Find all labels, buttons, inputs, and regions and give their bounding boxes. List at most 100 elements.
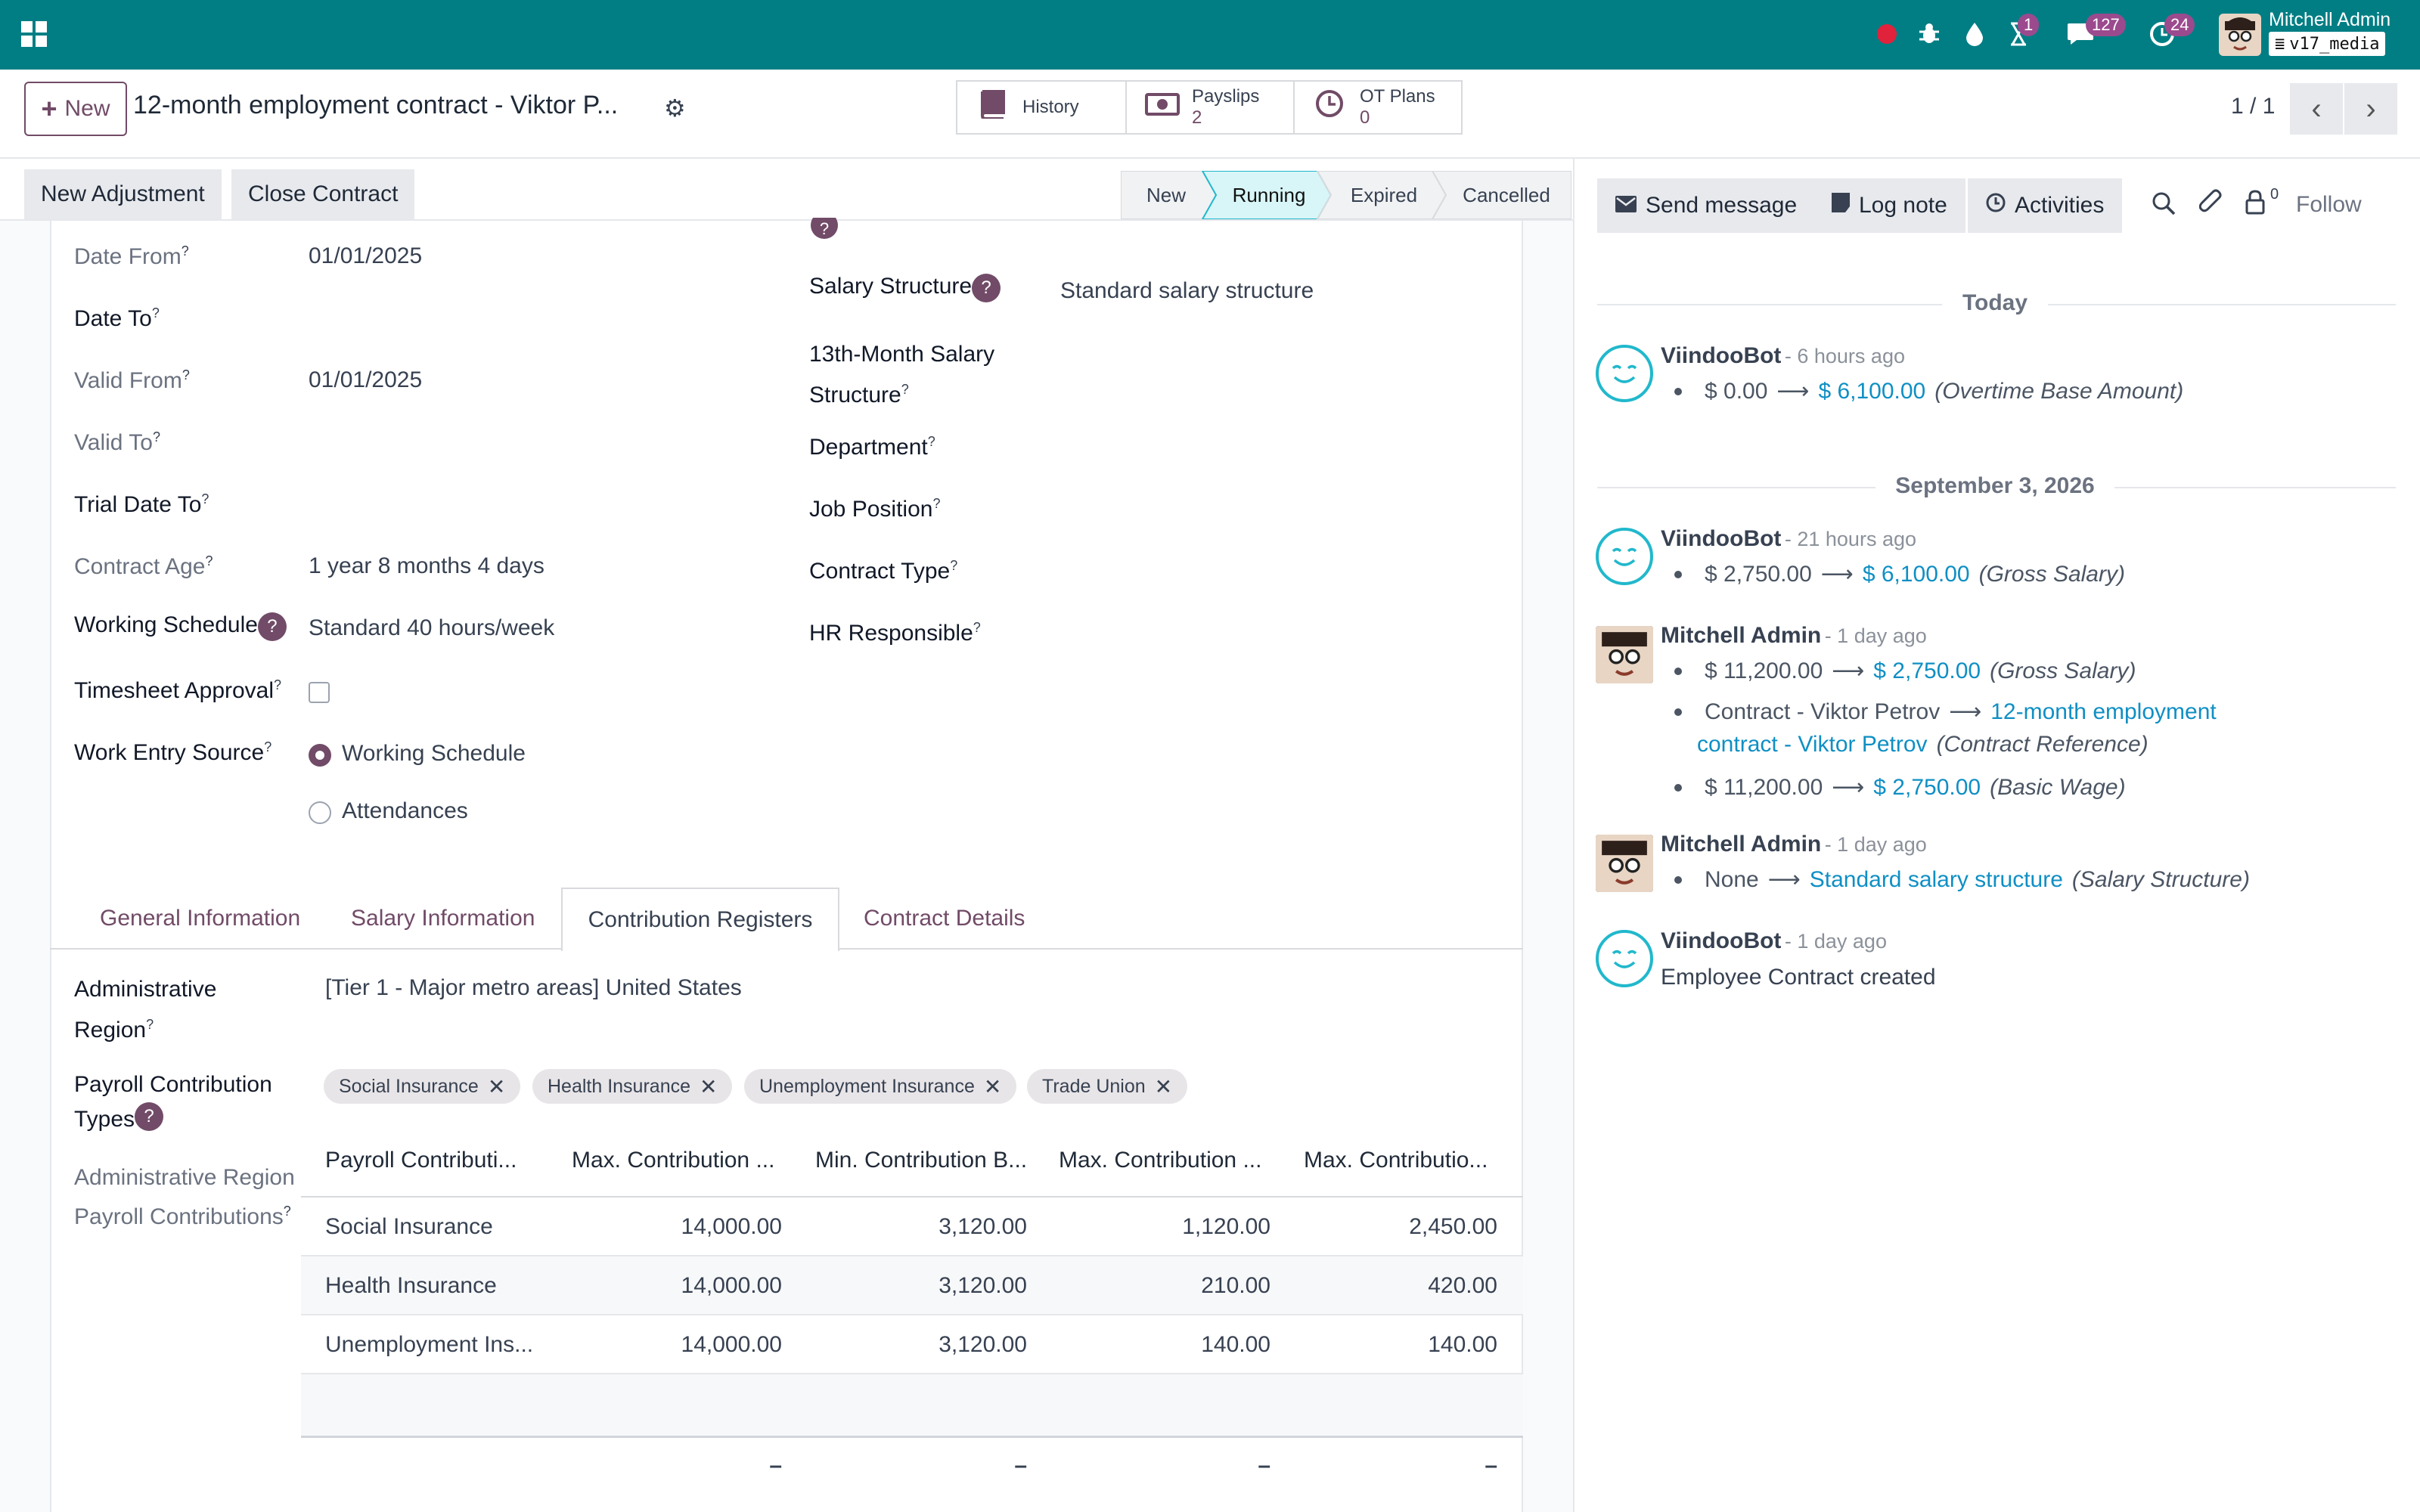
timesheet-approval-checkbox[interactable]	[309, 682, 330, 703]
close-contract-button[interactable]: Close Contract	[231, 169, 415, 219]
message-author[interactable]: ViindooBot	[1661, 343, 1781, 368]
activities-button[interactable]: Activities	[1968, 178, 2123, 233]
attendances-radio[interactable]	[309, 801, 331, 824]
tag-social-insurance: Social Insurance ✕	[324, 1069, 521, 1104]
history-label: History	[1022, 97, 1079, 117]
user-avatar[interactable]	[1596, 835, 1653, 892]
close-icon[interactable]: ✕	[700, 1074, 717, 1099]
tag-unemployment-insurance: Unemployment Insurance ✕	[744, 1069, 1017, 1104]
follow-button[interactable]: Follow	[2296, 192, 2362, 218]
chevron-right-icon: ›	[2366, 91, 2376, 125]
message-time: - 21 hours ago	[1784, 528, 1916, 550]
tracking-line: $ 2,750.00 ⟶ $ 6,100.00 (Gross Salary)	[1674, 561, 2125, 587]
tab-general-information[interactable]: General Information	[76, 888, 324, 950]
date-from-value[interactable]: 01/01/2025	[309, 243, 422, 269]
working-schedule-radio[interactable]	[309, 744, 331, 767]
activities-label: Activities	[2015, 193, 2105, 218]
gear-icon[interactable]: ⚙	[664, 94, 686, 122]
search-icon[interactable]	[2151, 191, 2176, 220]
column-header[interactable]: Max. Contribution ...	[572, 1139, 774, 1182]
bot-avatar[interactable]	[1596, 345, 1653, 402]
pager-value[interactable]: 1 / 1	[2231, 94, 2275, 119]
pager-next-button[interactable]: ›	[2344, 83, 2397, 135]
tab-salary-information[interactable]: Salary Information	[327, 888, 559, 950]
bug-icon[interactable]	[1910, 15, 1948, 53]
tab-contract-details[interactable]: Contract Details	[839, 888, 1049, 950]
lock-icon[interactable]	[2245, 189, 2266, 218]
apps-menu-icon[interactable]	[15, 15, 53, 53]
tab-contribution-registers[interactable]: Contribution Registers	[561, 888, 839, 951]
help-icon[interactable]: ?	[972, 274, 1001, 302]
bot-avatar[interactable]	[1596, 930, 1653, 987]
table-cell: 14,000.00	[681, 1273, 782, 1298]
department-field[interactable]	[1060, 431, 1484, 461]
table-cell: Unemployment Ins...	[325, 1332, 534, 1357]
column-header[interactable]: Min. Contribution B...	[815, 1139, 1027, 1182]
tracking-line: Contract - Viktor Petrov ⟶ 12-month employ…	[1674, 699, 2217, 725]
user-name[interactable]: Mitchell Admin	[2269, 9, 2391, 31]
help-icon[interactable]: ?	[257, 612, 287, 641]
stage-running[interactable]: Running	[1216, 171, 1322, 219]
message-time: - 6 hours ago	[1784, 345, 1905, 367]
date-to-field[interactable]	[309, 302, 732, 333]
message-author[interactable]: Mitchell Admin	[1661, 832, 1821, 857]
payslips-smart-button[interactable]: Payslips 2	[1125, 80, 1295, 135]
date-separator: Today	[1962, 290, 2028, 315]
ot-plans-smart-button[interactable]: OT Plans 0	[1293, 80, 1463, 135]
valid-from-value[interactable]: 01/01/2025	[309, 367, 422, 393]
message-body: Employee Contract created	[1661, 965, 1936, 990]
stage-cancelled[interactable]: Cancelled	[1446, 171, 1567, 219]
date-to-label: Date To?	[74, 305, 160, 331]
help-icon[interactable]: ?	[135, 1102, 164, 1131]
admin-region-value[interactable]: [Tier 1 - Major metro areas] United Stat…	[325, 975, 742, 1001]
close-icon[interactable]: ✕	[488, 1074, 505, 1099]
column-header[interactable]: Payroll Contributi...	[325, 1139, 517, 1182]
working-schedule-value[interactable]: Standard 40 hours/week	[309, 615, 554, 641]
close-icon[interactable]: ✕	[1155, 1074, 1172, 1099]
table-cell: 140.00	[1428, 1332, 1497, 1357]
plus-icon: +	[41, 93, 57, 124]
stage-expired[interactable]: Expired	[1331, 171, 1437, 219]
send-message-button[interactable]: Send message	[1597, 178, 1816, 233]
stage-new[interactable]: New	[1121, 171, 1212, 219]
message-author[interactable]: Mitchell Admin	[1661, 623, 1821, 648]
message-author[interactable]: ViindooBot	[1661, 928, 1781, 953]
long-arrow-right-icon: ⟶	[1820, 562, 1854, 587]
close-icon[interactable]: ✕	[984, 1074, 1001, 1099]
table-cell: Social Insurance	[325, 1214, 493, 1239]
message-author[interactable]: ViindooBot	[1661, 526, 1781, 551]
payslips-count: 2	[1192, 107, 1202, 128]
new-record-button[interactable]: + New	[24, 82, 127, 136]
history-smart-button[interactable]: History	[956, 80, 1127, 135]
new-record-label: New	[64, 96, 110, 121]
message-header: ViindooBot - 1 day ago	[1661, 928, 1887, 954]
messages-badge: 127	[2086, 14, 2126, 36]
salary-structure-value[interactable]: Standard salary structure	[1060, 278, 1314, 304]
job-position-field[interactable]	[1060, 493, 1484, 523]
valid-to-label: Valid To?	[74, 429, 160, 455]
log-note-button[interactable]: Log note	[1813, 178, 1965, 233]
paperclip-icon[interactable]	[2198, 189, 2223, 220]
contract-type-field[interactable]	[1060, 555, 1484, 585]
recording-dot-icon[interactable]	[1877, 24, 1897, 44]
droplet-icon[interactable]	[1956, 15, 1993, 53]
working-schedule-option[interactable]: Working Schedule	[342, 741, 526, 767]
message-time: - 1 day ago	[1784, 930, 1887, 953]
separator-line	[2114, 487, 2396, 488]
new-adjustment-button[interactable]: New Adjustment	[24, 169, 222, 219]
pager-previous-button[interactable]: ‹	[2290, 83, 2343, 135]
payroll-contribution-types-label: Payroll Contribution Types?	[74, 1072, 272, 1132]
user-avatar[interactable]	[1596, 626, 1653, 683]
trial-date-to-field[interactable]	[309, 488, 732, 519]
attendances-option[interactable]: Attendances	[342, 798, 468, 824]
bot-avatar[interactable]	[1596, 528, 1653, 585]
tracking-line: $ 11,200.00 ⟶ $ 2,750.00 (Basic Wage)	[1674, 774, 2126, 801]
month13-structure-field[interactable]	[1060, 337, 1484, 367]
valid-to-field[interactable]	[309, 426, 732, 457]
column-header[interactable]: Max. Contribution ...	[1059, 1139, 1261, 1182]
column-header[interactable]: Max. Contributio...	[1304, 1139, 1488, 1182]
user-avatar[interactable]	[2219, 14, 2261, 56]
hr-responsible-field[interactable]	[1060, 617, 1484, 647]
tracking-line-continued: contract - Viktor Petrov (Contract Refere…	[1697, 732, 2149, 757]
long-arrow-right-icon: ⟶	[1832, 658, 1865, 683]
